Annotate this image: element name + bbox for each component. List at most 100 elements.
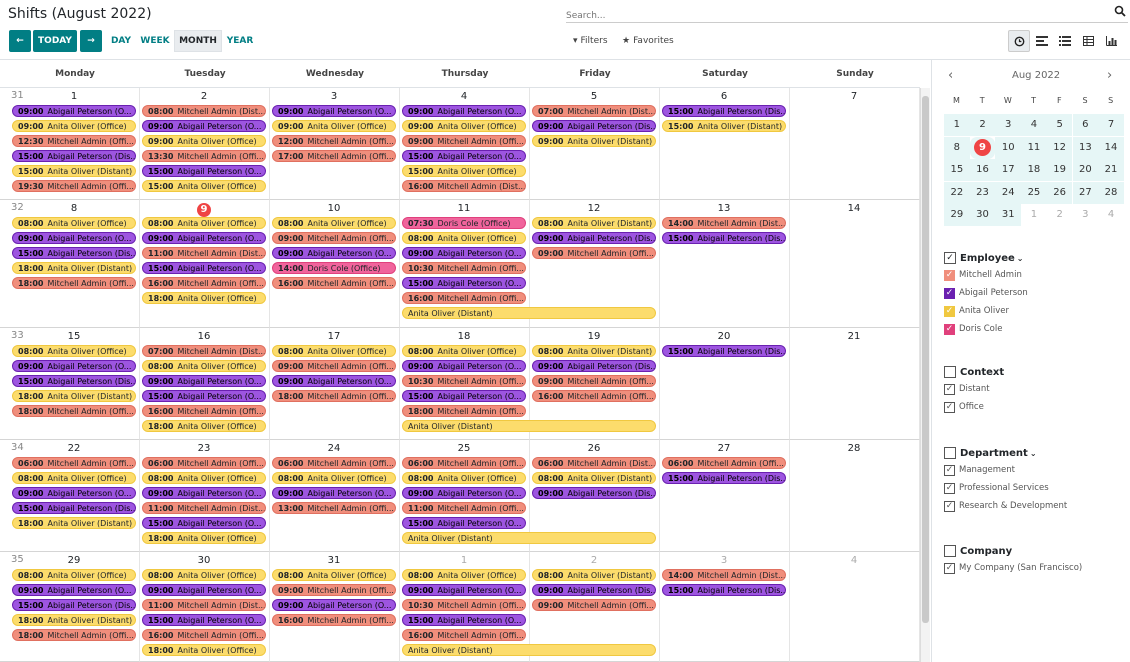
shift-event[interactable]: 09:00 Abigail Peterson (O... xyxy=(142,232,266,244)
shift-event[interactable]: 09:00 Abigail Peterson (O... xyxy=(142,120,266,132)
shift-event[interactable]: 09:00 Abigail Peterson (O... xyxy=(272,247,396,259)
checkbox[interactable]: ✓ xyxy=(944,500,955,512)
mini-day[interactable]: 18 xyxy=(1021,159,1047,181)
shift-event[interactable]: 18:00 Anita Oliver (Distant) xyxy=(12,517,136,529)
mini-day[interactable]: 28 xyxy=(1098,181,1124,204)
filter-header[interactable]: Department ⌄ xyxy=(944,445,1067,461)
filter-item[interactable]: ✓ Research & Development xyxy=(944,497,1067,515)
shift-event[interactable]: 09:00 Abigail Peterson (O... xyxy=(12,584,136,596)
shift-event[interactable]: 09:00 Abigail Peterson (O... xyxy=(272,599,396,611)
shift-event[interactable]: 15:00 Abigail Peterson (Dis... xyxy=(12,247,136,259)
shift-event[interactable]: 06:00 Mitchell Admin (Dist... xyxy=(532,457,656,469)
mini-day[interactable]: 6 xyxy=(1072,114,1099,136)
shift-event[interactable]: 18:00 Anita Oliver (Distant) xyxy=(12,390,136,402)
view-calendar-button[interactable] xyxy=(1031,30,1053,52)
day-cell[interactable]: 29 08:00 Anita Oliver (Office) 09:00 Abigail… xyxy=(0,552,140,662)
shift-event[interactable]: 09:00 Mitchell Admin (Offi... xyxy=(532,247,656,259)
shift-event[interactable]: 09:00 Anita Oliver (Office) xyxy=(12,120,136,132)
shift-event[interactable]: 09:00 Abigail Peterson (O... xyxy=(12,232,136,244)
shift-event[interactable]: 16:00 Mitchell Admin (Offi... xyxy=(532,390,656,402)
mini-day[interactable]: 1 xyxy=(944,114,970,136)
mini-day[interactable]: 21 xyxy=(1098,159,1124,181)
shift-event[interactable]: 08:00 Anita Oliver (Office) xyxy=(402,472,526,484)
filter-header[interactable]: ✓ Employee ⌄ xyxy=(944,250,1028,266)
shift-event[interactable]: 09:00 Mitchell Admin (Offi... xyxy=(272,584,396,596)
shift-event[interactable]: 06:00 Mitchell Admin (Offi... xyxy=(662,457,786,469)
shift-event[interactable]: 16:00 Mitchell Admin (Offi... xyxy=(272,277,396,289)
shift-event[interactable]: 09:00 Abigail Peterson (O... xyxy=(142,584,266,596)
shift-event[interactable]: 13:00 Mitchell Admin (Offi... xyxy=(272,502,396,514)
checkbox[interactable]: ✓ xyxy=(944,383,955,395)
filter-header[interactable]: Context xyxy=(944,364,1004,380)
chevron-down-icon[interactable]: ⌄ xyxy=(1030,449,1037,458)
shift-event[interactable]: 08:00 Anita Oliver (Office) xyxy=(402,232,526,244)
shift-event[interactable]: 09:00 Mitchell Admin (Offi... xyxy=(402,135,526,147)
day-cell[interactable]: 2 08:00 Mitchell Admin (Dist... 09:00 Abigai… xyxy=(140,88,270,200)
checkbox[interactable] xyxy=(944,447,956,459)
calendar-scrollbar[interactable] xyxy=(920,88,930,662)
shift-event[interactable]: 09:00 Anita Oliver (Office) xyxy=(402,120,526,132)
filter-item[interactable]: ✓ My Company (San Francisco) xyxy=(944,559,1082,577)
checkbox[interactable]: ✓ xyxy=(944,252,956,264)
shift-event[interactable]: 15:00 Abigail Peterson (O... xyxy=(142,614,266,626)
shift-event[interactable]: 06:00 Mitchell Admin (Offi... xyxy=(402,457,526,469)
day-cell[interactable]: 17 08:00 Anita Oliver (Office) 09:00 Mitchel… xyxy=(270,328,400,440)
shift-event[interactable]: 06:00 Mitchell Admin (Offi... xyxy=(142,457,266,469)
checkbox[interactable]: ✓ xyxy=(944,323,955,335)
mini-day[interactable]: 31 xyxy=(995,204,1022,226)
mini-day[interactable]: 30 xyxy=(969,204,996,226)
mini-day[interactable]: 2 xyxy=(969,114,996,136)
filter-item[interactable]: ✓ Abigail Peterson xyxy=(944,284,1028,302)
shift-event[interactable]: 08:00 Anita Oliver (Office) xyxy=(402,345,526,357)
filter-header[interactable]: Company xyxy=(944,543,1082,559)
shift-event[interactable]: 15:00 Abigail Peterson (Dis... xyxy=(662,472,786,484)
shift-event[interactable]: 08:00 Anita Oliver (Office) xyxy=(142,360,266,372)
shift-event[interactable]: 09:00 Abigail Peterson (O... xyxy=(272,375,396,387)
shift-event[interactable]: 08:00 Anita Oliver (Office) xyxy=(272,345,396,357)
checkbox[interactable]: ✓ xyxy=(944,464,955,476)
mini-day[interactable]: 4 xyxy=(1098,204,1124,226)
shift-event[interactable]: 15:00 Abigail Peterson (Dis... xyxy=(12,502,136,514)
shift-event[interactable]: 09:00 Abigail Peterson (O... xyxy=(12,360,136,372)
view-list-button[interactable] xyxy=(1054,30,1076,52)
shift-event[interactable]: 15:00 Abigail Peterson (O... xyxy=(402,277,526,289)
day-cell[interactable]: 10 08:00 Anita Oliver (Office) 09:00 Mitchel… xyxy=(270,200,400,328)
search-bar[interactable] xyxy=(566,3,1128,25)
shift-event[interactable]: 18:00 Mitchell Admin (Offi... xyxy=(402,405,526,417)
shift-event[interactable]: 11:00 Mitchell Admin (Dist... xyxy=(142,599,266,611)
shift-event[interactable]: 08:00 Anita Oliver (Distant) xyxy=(532,569,656,581)
mini-next-icon[interactable]: › xyxy=(1107,68,1112,83)
shift-event[interactable]: 10:30 Mitchell Admin (Offi... xyxy=(402,262,526,274)
shift-event[interactable]: 08:00 Anita Oliver (Distant) xyxy=(532,472,656,484)
day-cell[interactable]: 4 09:00 Abigail Peterson (O... 09:00 Anita O… xyxy=(400,88,530,200)
mini-day[interactable]: 22 xyxy=(944,181,970,204)
mini-prev-icon[interactable]: ‹ xyxy=(948,68,953,83)
mini-day[interactable]: 2 xyxy=(1047,204,1073,226)
shift-event[interactable]: 09:00 Mitchell Admin (Offi... xyxy=(272,232,396,244)
shift-event[interactable]: 08:00 Anita Oliver (Office) xyxy=(402,569,526,581)
mini-day[interactable]: 13 xyxy=(1072,136,1099,159)
shift-event[interactable]: 08:00 Mitchell Admin (Dist... xyxy=(142,105,266,117)
day-cell[interactable]: 14 xyxy=(790,200,920,328)
shift-event[interactable]: 15:00 Abigail Peterson (Dis... xyxy=(662,232,786,244)
multi-day-shift[interactable]: Anita Oliver (Distant) xyxy=(402,307,656,319)
shift-event[interactable]: 16:00 Mitchell Admin (Offi... xyxy=(272,614,396,626)
shift-event[interactable]: 15:00 Anita Oliver (Distant) xyxy=(662,120,786,132)
shift-event[interactable]: 15:00 Abigail Peterson (Dis... xyxy=(662,584,786,596)
shift-event[interactable]: 07:00 Mitchell Admin (Dist... xyxy=(532,105,656,117)
shift-event[interactable]: 09:00 Abigail Peterson (Dis... xyxy=(532,487,656,499)
filter-item[interactable]: ✓ Anita Oliver xyxy=(944,302,1028,320)
shift-event[interactable]: 09:00 Mitchell Admin (Offi... xyxy=(532,375,656,387)
shift-event[interactable]: 09:00 Abigail Peterson (O... xyxy=(402,360,526,372)
filter-item[interactable]: ✓ Distant xyxy=(944,380,1004,398)
shift-event[interactable]: 15:00 Abigail Peterson (O... xyxy=(402,614,526,626)
day-cell[interactable]: 6 15:00 Abigail Peterson (Dis... 15:00 Anita… xyxy=(660,88,790,200)
prev-button[interactable]: ← xyxy=(9,30,31,52)
shift-event[interactable]: 11:00 Mitchell Admin (Dist... xyxy=(142,502,266,514)
today-button[interactable]: TODAY xyxy=(33,30,77,52)
shift-event[interactable]: 14:00 Doris Cole (Office) xyxy=(272,262,396,274)
shift-event[interactable]: 15:00 Abigail Peterson (O... xyxy=(402,390,526,402)
shift-event[interactable]: 09:00 Abigail Peterson (O... xyxy=(402,487,526,499)
shift-event[interactable]: 18:00 Mitchell Admin (Offi... xyxy=(12,405,136,417)
shift-event[interactable]: 15:00 Abigail Peterson (O... xyxy=(142,262,266,274)
